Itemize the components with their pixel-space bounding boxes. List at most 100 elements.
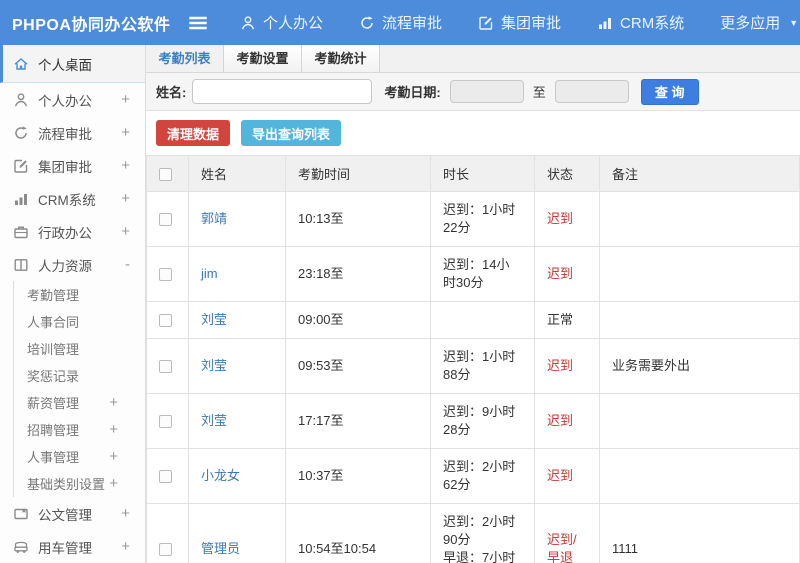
sidebar-item-label: 个人桌面	[38, 57, 92, 73]
top-nav-more-apps[interactable]: 更多应用 ▼	[720, 12, 798, 33]
clean-data-button[interactable]: 清理数据	[156, 120, 231, 146]
sidebar-item-base-category[interactable]: 基础类别设置 +	[13, 470, 145, 497]
sidebar-item-reward-punish[interactable]: 奖惩记录	[13, 362, 145, 389]
row-checkbox[interactable]	[159, 314, 172, 328]
sidebar-item-personal-desktop[interactable]: 个人桌面	[0, 45, 145, 83]
query-button[interactable]: 查 询	[640, 78, 699, 105]
top-nav-label: 流程审批	[382, 15, 443, 32]
row-checkbox[interactable]	[159, 268, 172, 282]
row-checkbox[interactable]	[159, 543, 172, 557]
date-from-input[interactable]	[449, 80, 524, 103]
sidebar-item-document-mgmt[interactable]: 公文管理 +	[0, 497, 145, 530]
sidebar-item-personal-office[interactable]: 个人办公 +	[0, 83, 145, 116]
table-row[interactable]: 刘莹 17:17至 迟到：9小时28分 迟到	[146, 393, 800, 449]
duration-cell: 迟到：14小时30分	[430, 246, 535, 302]
sidebar-item-crm-system[interactable]: CRM系统 +	[0, 182, 145, 215]
app-logo: PHPOA协同办公软件	[12, 16, 171, 34]
plus-icon[interactable]: +	[121, 223, 130, 240]
status-badge: 迟到	[547, 266, 574, 281]
action-toolbar: 清理数据 导出查询列表	[146, 111, 800, 155]
row-checkbox[interactable]	[159, 360, 172, 374]
plus-icon[interactable]: +	[121, 190, 130, 207]
employee-name-link[interactable]: 小龙女	[201, 468, 240, 483]
row-checkbox[interactable]	[159, 213, 172, 227]
hamburger-icon[interactable]	[188, 13, 208, 33]
tab-bar: 考勤列表 考勤设置 考勤统计	[146, 45, 800, 73]
sidebar-item-attendance-mgmt[interactable]: 考勤管理	[13, 281, 145, 308]
date-to-input[interactable]	[554, 80, 629, 103]
sidebar-item-label: 行政办公	[38, 225, 92, 241]
plus-icon[interactable]: +	[121, 157, 130, 174]
row-checkbox[interactable]	[159, 470, 172, 484]
plus-icon[interactable]: +	[121, 505, 130, 522]
sidebar-item-admin-office[interactable]: 行政办公 +	[0, 215, 145, 248]
sidebar-item-label: 培训管理	[27, 342, 80, 357]
top-nav-group-approval[interactable]: 集团审批	[478, 12, 561, 33]
sidebar-item-salary-mgmt[interactable]: 薪资管理 +	[13, 389, 145, 416]
duration-cell: 迟到：9小时28分	[430, 393, 535, 449]
status-badge: 迟到/早退	[547, 532, 577, 563]
date-to-label: 至	[532, 85, 546, 100]
note-cell	[599, 301, 800, 339]
attendance-time: 10:54至10:54	[285, 503, 431, 563]
duration-cell: 迟到：2小时62分	[430, 448, 535, 504]
top-nav-crm-system[interactable]: CRM系统	[597, 12, 684, 33]
plus-icon[interactable]: +	[121, 124, 130, 141]
home-icon	[13, 56, 29, 72]
tab-attendance-list[interactable]: 考勤列表	[146, 45, 224, 72]
plus-icon[interactable]: +	[109, 394, 118, 411]
employee-name-link[interactable]: 刘莹	[201, 413, 227, 428]
export-list-button[interactable]: 导出查询列表	[241, 120, 342, 146]
top-nav: 个人办公 流程审批 集团审批 CRM系统 更多应用 ▼	[240, 12, 798, 33]
table-row[interactable]: 管理员10:54至10:54迟到：2小时90分早退：7小时10分迟到/早退111…	[146, 503, 800, 563]
edit-icon	[478, 15, 494, 31]
sidebar-item-label: 用车管理	[38, 540, 92, 556]
employee-name-link[interactable]: 郭靖	[201, 211, 227, 226]
main-content: 考勤列表 考勤设置 考勤统计 姓名: 考勤日期: 至 查 询 清理数据 导出查询…	[146, 45, 800, 563]
employee-name-link[interactable]: 刘莹	[201, 312, 227, 327]
duration-line: 迟到：2小时62分	[443, 459, 516, 492]
table-row[interactable]: 刘莹 09:53至 迟到：1小时88分 迟到 业务需要外出	[146, 338, 800, 394]
sidebar-item-label: 集团审批	[38, 159, 92, 175]
employee-name-link[interactable]: jim	[201, 266, 218, 281]
duration-cell	[430, 301, 535, 339]
duration-line: 迟到：9小时28分	[443, 404, 516, 437]
plus-icon[interactable]: +	[121, 91, 130, 108]
select-all-checkbox[interactable]	[159, 168, 172, 182]
plus-icon[interactable]: +	[109, 475, 118, 492]
sidebar-item-workflow-approval[interactable]: 流程审批 +	[0, 116, 145, 149]
sidebar-item-label: 公文管理	[38, 507, 92, 523]
sidebar-item-group-approval[interactable]: 集团审批 +	[0, 149, 145, 182]
employee-name-link[interactable]: 管理员	[201, 541, 240, 556]
sidebar-item-label: CRM系统	[38, 192, 96, 208]
note-cell	[599, 246, 800, 302]
top-nav-workflow-approval[interactable]: 流程审批	[359, 12, 442, 33]
table-row[interactable]: 小龙女 10:37至 迟到：2小时62分 迟到	[146, 448, 800, 504]
name-filter-input[interactable]	[192, 79, 373, 104]
table-row[interactable]: 郭靖 10:13至 迟到：1小时22分 迟到	[146, 191, 800, 247]
sidebar-item-hr-contract[interactable]: 人事合同	[13, 308, 145, 335]
top-nav-personal-office[interactable]: 个人办公	[240, 12, 323, 33]
sidebar-item-vehicle-mgmt[interactable]: 用车管理 +	[0, 530, 145, 563]
tab-attendance-stats[interactable]: 考勤统计	[302, 45, 380, 72]
top-nav-label: 集团审批	[501, 15, 562, 32]
table-row[interactable]: 刘莹 09:00至 正常	[146, 301, 800, 339]
sidebar-item-training-mgmt[interactable]: 培训管理	[13, 335, 145, 362]
row-checkbox[interactable]	[159, 415, 172, 429]
sidebar-item-recruit-mgmt[interactable]: 招聘管理 +	[13, 416, 145, 443]
duration-cell: 迟到：1小时88分	[430, 338, 535, 394]
note-cell	[599, 448, 800, 504]
table-row[interactable]: jim 23:18至 迟到：14小时30分 迟到	[146, 246, 800, 302]
minus-icon[interactable]: -	[125, 256, 130, 273]
briefcase-icon	[13, 224, 29, 240]
plus-icon[interactable]: +	[109, 448, 118, 465]
date-filter-label: 考勤日期:	[384, 85, 441, 100]
employee-name-link[interactable]: 刘莹	[201, 358, 227, 373]
sidebar-item-personnel-mgmt[interactable]: 人事管理 +	[13, 443, 145, 470]
plus-icon[interactable]: +	[109, 421, 118, 438]
chart-icon	[597, 15, 613, 31]
truck-icon	[13, 539, 29, 555]
plus-icon[interactable]: +	[121, 538, 130, 555]
sidebar-item-hr[interactable]: 人力资源 -	[0, 248, 145, 281]
tab-attendance-settings[interactable]: 考勤设置	[224, 45, 302, 72]
